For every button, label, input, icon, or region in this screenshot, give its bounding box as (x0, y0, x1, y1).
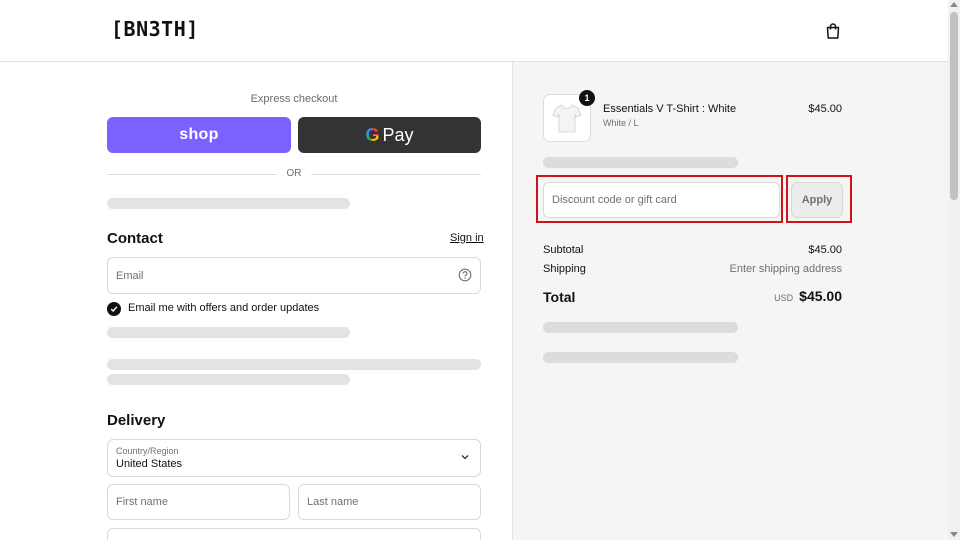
country-field-label: Country/Region (116, 446, 179, 456)
scroll-down-arrow-icon[interactable] (950, 532, 958, 537)
loading-placeholder (543, 352, 738, 363)
or-divider: OR (107, 168, 481, 180)
loading-placeholder (543, 157, 738, 168)
loading-placeholder (107, 327, 350, 338)
loading-placeholder (107, 359, 481, 370)
quantity-badge: 1 (579, 90, 595, 106)
total-label: Total (543, 289, 576, 305)
marketing-checkbox-label[interactable]: Email me with offers and order updates (128, 302, 319, 314)
total-amount: $45.00 (799, 288, 842, 304)
country-select[interactable]: Country/Region United States (107, 439, 481, 477)
last-name-field[interactable]: Last name (298, 484, 481, 520)
shopping-bag-icon[interactable] (824, 22, 842, 40)
email-field[interactable]: Email (107, 257, 481, 294)
first-name-placeholder: First name (116, 496, 168, 508)
total-price: USD $45.00 (774, 288, 842, 304)
brand-logo[interactable]: [BN3TH] (111, 17, 199, 41)
checkmark-icon (110, 306, 118, 313)
scroll-up-arrow-icon[interactable] (950, 2, 958, 7)
last-name-placeholder: Last name (307, 496, 359, 508)
or-label: OR (286, 168, 302, 179)
product-price: $45.00 (808, 103, 842, 115)
tshirt-icon (552, 104, 582, 133)
chevron-down-icon (461, 455, 469, 460)
order-summary: 1 Essentials V T-Shirt : White White / L… (512, 62, 948, 540)
shipping-label: Shipping (543, 263, 586, 275)
page-scrollbar[interactable] (948, 0, 960, 540)
question-circle-icon[interactable] (458, 268, 472, 282)
product-variant: White / L (603, 118, 639, 128)
express-checkout-label: Express checkout (250, 93, 338, 105)
checkout-form: Express checkout shop G Pay OR Contact S… (0, 62, 512, 540)
shipping-value: Enter shipping address (729, 263, 842, 275)
loading-placeholder (107, 374, 350, 385)
subtotal-label: Subtotal (543, 244, 584, 256)
subtotal-value: $45.00 (808, 244, 842, 256)
shop-pay-button[interactable]: shop (107, 117, 291, 153)
country-value: United States (116, 458, 183, 470)
loading-placeholder (543, 322, 738, 333)
product-name: Essentials V T-Shirt : White (603, 103, 737, 115)
header: [BN3TH] (0, 0, 948, 62)
marketing-checkbox[interactable] (107, 302, 121, 316)
email-placeholder: Email (116, 270, 144, 282)
google-pay-button[interactable]: G Pay (298, 117, 481, 153)
shop-pay-label: shop (179, 126, 219, 143)
contact-heading: Contact (107, 230, 163, 247)
apply-discount-button[interactable]: Apply (791, 182, 843, 218)
loading-placeholder (107, 198, 350, 209)
currency-code: USD (774, 293, 794, 303)
sign-in-link[interactable]: Sign in (450, 232, 484, 244)
google-pay-label: Pay (382, 124, 414, 145)
apply-label: Apply (801, 194, 833, 206)
google-g-icon: G (365, 124, 380, 145)
discount-code-input[interactable] (543, 182, 780, 218)
first-name-field[interactable]: First name (107, 484, 290, 520)
delivery-heading: Delivery (107, 412, 166, 429)
scrollbar-thumb[interactable] (950, 12, 958, 200)
address-field[interactable] (107, 528, 481, 540)
